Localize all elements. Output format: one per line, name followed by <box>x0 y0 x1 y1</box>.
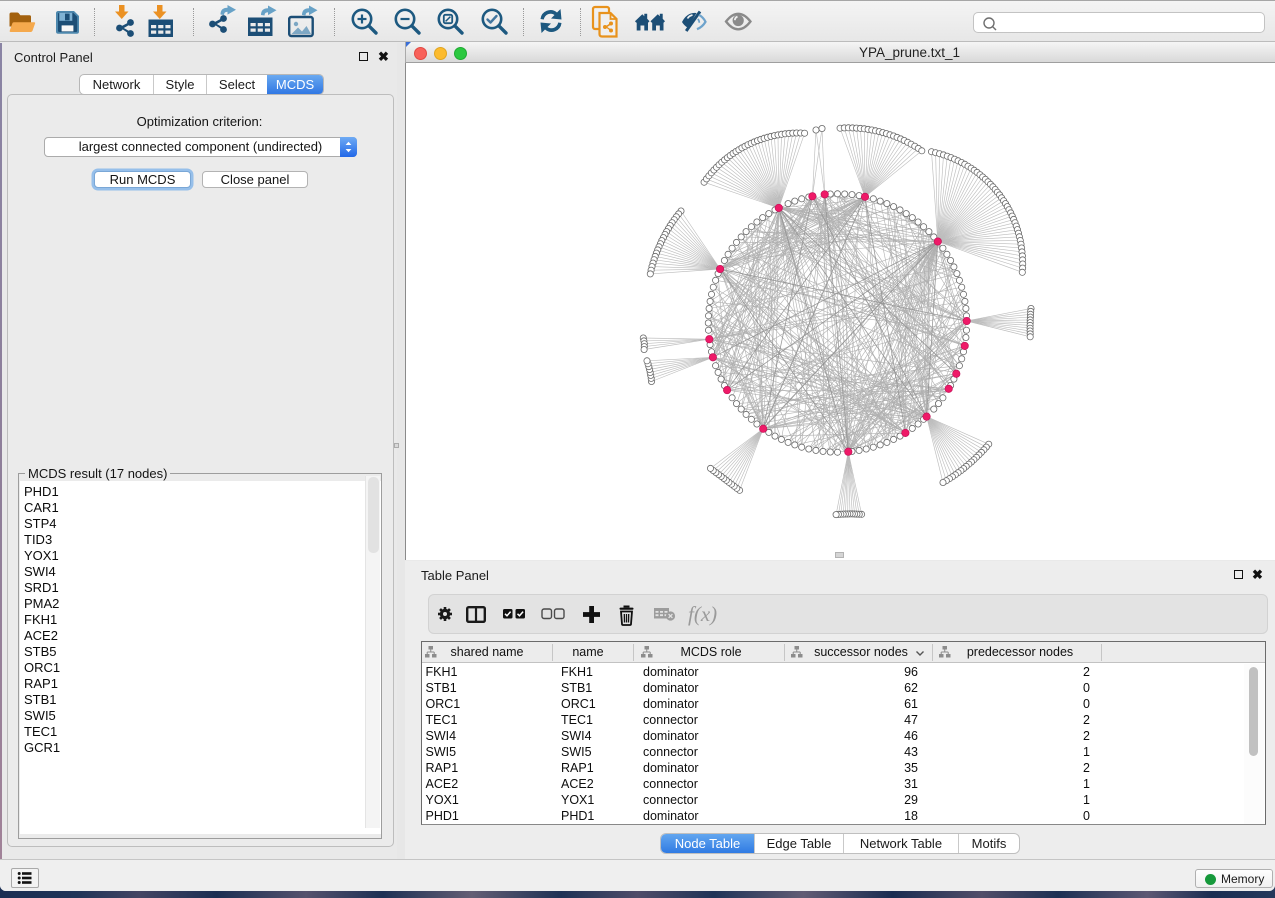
svg-text:f(x): f(x) <box>688 602 717 626</box>
